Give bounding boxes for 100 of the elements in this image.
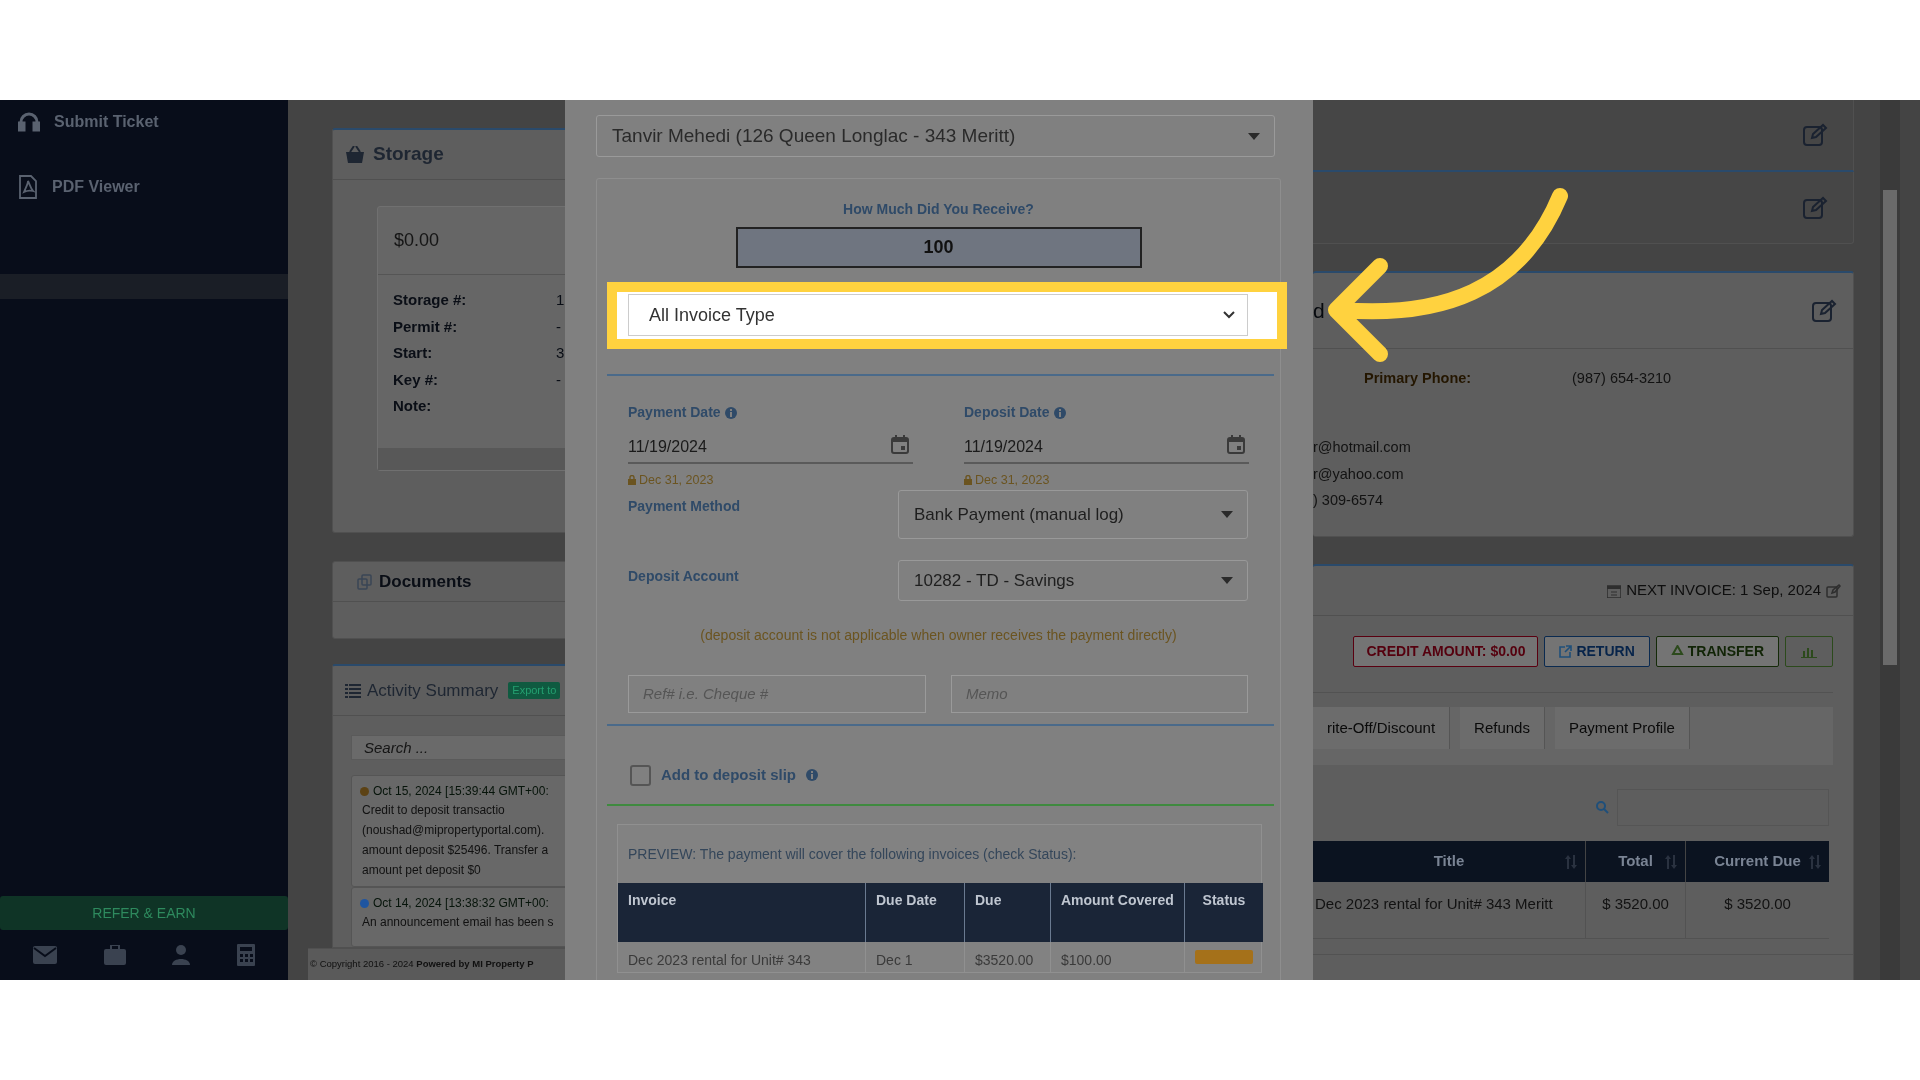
- headset-icon: [18, 112, 40, 132]
- column-header: Status: [1184, 883, 1263, 943]
- tab[interactable]: Refunds: [1460, 707, 1545, 749]
- column-header: Current Due: [1714, 851, 1801, 872]
- sort-icon[interactable]: [1565, 855, 1577, 869]
- calendar-icon[interactable]: [891, 435, 909, 454]
- export-button[interactable]: Export to: [508, 682, 561, 699]
- info-icon: [806, 769, 818, 781]
- credit-amount-button[interactable]: CREDIT AMOUNT: $0.00: [1353, 636, 1539, 667]
- card-title: Activity Summary: [367, 679, 499, 702]
- table-cell-text: Dec 2023 rental for Unit# 343 Meritt: [1315, 894, 1553, 914]
- checkbox[interactable]: [630, 764, 651, 786]
- activity-time: Oct 14, 2024 [13:38:32 GMT+00:: [373, 895, 549, 912]
- storage-amount: $0.00: [394, 229, 440, 252]
- lock-icon: [628, 475, 636, 486]
- table-cell: Dec 1: [865, 942, 964, 973]
- tab[interactable]: Payment Profile: [1554, 707, 1690, 749]
- field-label: Payment Method: [628, 496, 741, 516]
- tenant-select[interactable]: Tanvir Mehedi (126 Queen Longlac - 343 Meritt): [596, 115, 1275, 157]
- amount-field[interactable]: 100: [735, 227, 1142, 268]
- field-label: Primary Phone:: [1364, 369, 1473, 389]
- field-value: 1: [556, 290, 565, 310]
- column-header: Invoice: [618, 883, 865, 943]
- table-cell: $3520.00: [964, 942, 1050, 973]
- invoice-type-select[interactable]: All Invoice Type: [628, 294, 1248, 336]
- contact-text: r@yahoo.com: [1313, 464, 1405, 484]
- calendar-icon: [1607, 583, 1622, 598]
- edit-icon[interactable]: [1802, 195, 1828, 220]
- external-link-icon: [1559, 645, 1573, 658]
- date-field[interactable]: 11/19/2024: [964, 435, 1249, 464]
- basket-icon: [345, 145, 365, 164]
- caret-icon: [1221, 510, 1233, 518]
- next-invoice-text: NEXT INVOICE: 1 Sep, 2024: [1626, 580, 1821, 601]
- status-badge: [1195, 950, 1253, 965]
- field-value: 3: [556, 343, 565, 363]
- chart-button[interactable]: [1785, 636, 1833, 667]
- refer-earn-button[interactable]: REFER & EARN: [0, 896, 288, 930]
- briefcase-icon[interactable]: [103, 945, 126, 965]
- return-button[interactable]: RETURN: [1544, 636, 1650, 667]
- sidebar-item[interactable]: PDF Viewer: [52, 175, 140, 199]
- column-header: Total: [1618, 851, 1653, 872]
- field-label: Deposit Account: [628, 566, 740, 586]
- envelope-icon[interactable]: [33, 946, 58, 964]
- edit-icon[interactable]: [1811, 298, 1837, 323]
- activity-text: amount deposit $25496. Transfer a: [361, 842, 550, 859]
- deposit-account-select[interactable]: 10282 - TD - Savings: [898, 559, 1248, 601]
- sidebar-item[interactable]: Submit Ticket: [54, 110, 159, 134]
- search-field[interactable]: Search ...: [351, 735, 565, 760]
- date-label: Payment Date: [628, 403, 721, 422]
- card-title: d: [1313, 297, 1325, 324]
- column-header: Due Date: [865, 883, 964, 943]
- calculator-icon[interactable]: [236, 944, 255, 966]
- deposit-slip-label: Add to deposit slip: [661, 764, 796, 785]
- field-label: Storage #:: [393, 290, 468, 310]
- lock-icon: [964, 475, 972, 486]
- bar-chart-icon: [1801, 645, 1817, 658]
- copyright-text: © Copyright 2016 - 2024 Powered by MI Property P: [310, 957, 534, 972]
- preview-caption: PREVIEW: The payment will cover the following invoices (check Status):: [628, 845, 1078, 865]
- table-cell: $100.00: [1050, 942, 1184, 973]
- table-cell-text: $ 3520.00: [1602, 894, 1669, 914]
- deposit-note: (deposit account is not applicable when owner receives the payment directly): [700, 625, 1177, 645]
- sort-icon[interactable]: [1809, 855, 1821, 869]
- scrollbar[interactable]: [1880, 100, 1900, 980]
- card-title: Storage: [373, 142, 444, 167]
- copy-icon: [357, 573, 373, 590]
- activity-text: An announcement email has been s: [361, 914, 555, 931]
- activity-text: amount pet deposit $0: [361, 862, 482, 879]
- field-label: Key #:: [393, 369, 440, 390]
- user-icon[interactable]: [172, 945, 191, 965]
- date-field[interactable]: 11/19/2024: [628, 435, 913, 464]
- pdf-file-icon: [18, 175, 38, 199]
- activity-time: Oct 15, 2024 [15:39:44 GMT+00:: [373, 783, 549, 800]
- chevron-icon: [1223, 311, 1235, 319]
- field-value: (987) 654-3210: [1572, 369, 1672, 389]
- field-value: -: [556, 369, 561, 390]
- search-icon: [1596, 801, 1609, 814]
- card-title: Documents: [379, 570, 472, 593]
- column-header: Amount Covered: [1050, 883, 1184, 943]
- list-icon: [345, 683, 361, 698]
- edit-icon[interactable]: [1802, 123, 1828, 147]
- amount-label: How Much Did You Receive?: [843, 200, 1034, 219]
- table-cell-text: Dec 2023 rental for Unit# 343: [627, 951, 812, 971]
- caret-icon: [1221, 576, 1233, 584]
- date-label: Deposit Date: [964, 403, 1050, 422]
- tab[interactable]: rite-Off/Discount: [1313, 707, 1451, 749]
- info-icon: [1053, 406, 1066, 419]
- transfer-button[interactable]: TRANSFER: [1655, 636, 1779, 667]
- calendar-icon[interactable]: [1227, 435, 1245, 454]
- edit-icon[interactable]: [1826, 583, 1841, 598]
- field-label: Note:: [393, 396, 433, 416]
- contact-text: r@hotmail.com: [1313, 438, 1412, 457]
- table-cell-text: $ 3520.00: [1724, 894, 1791, 914]
- column-header: Due: [964, 883, 1050, 943]
- lock-note: Dec 31, 2023: [639, 472, 714, 489]
- payment-method-select[interactable]: Bank Payment (manual log): [898, 489, 1248, 539]
- info-icon: [724, 406, 737, 419]
- activity-text: Credit to deposit transactio: [361, 802, 506, 819]
- contact-text: ) 309-6574: [1313, 491, 1385, 510]
- field-value: -: [556, 316, 561, 337]
- sort-icon[interactable]: [1665, 855, 1677, 869]
